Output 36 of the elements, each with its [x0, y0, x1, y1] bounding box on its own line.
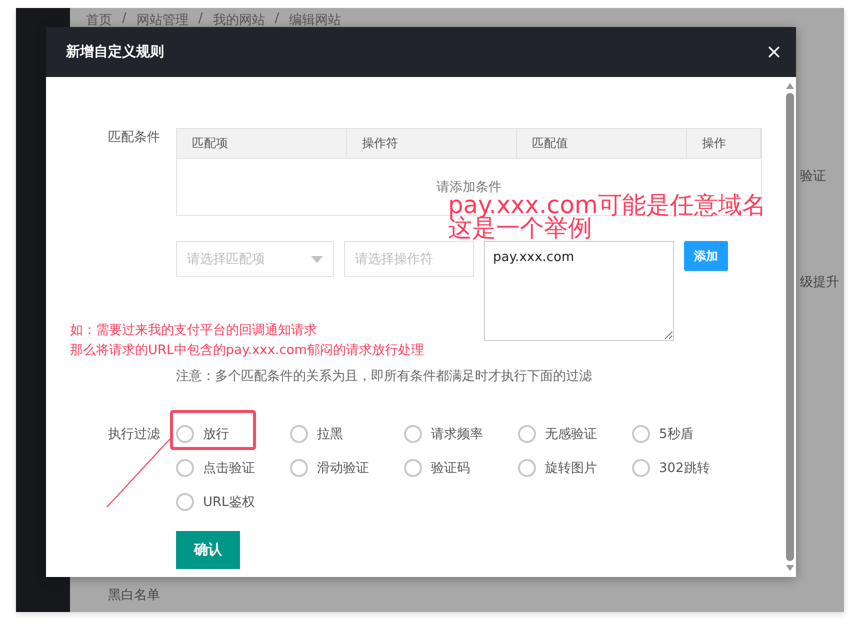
note-text: 注意：多个匹配条件的关系为且，即所有条件都满足时才执行下面的过滤 — [176, 368, 593, 385]
dialog-title: 新增自定义规则 — [66, 43, 164, 61]
column-header: 操作符 — [347, 129, 517, 158]
breadcrumb-separator: / — [122, 11, 126, 28]
radio-option[interactable]: URL鉴权 — [176, 491, 290, 513]
page-text: 级提升 — [800, 274, 839, 291]
leader-line — [106, 438, 172, 508]
radio-option[interactable]: 302跳转 — [632, 457, 746, 479]
confirm-button[interactable]: 确认 — [176, 531, 240, 569]
caret-icon — [311, 256, 323, 262]
annotation-text: pay.xxx.com可能是任意域名 — [448, 194, 766, 217]
column-header: 匹配项 — [177, 129, 347, 158]
column-header: 匹配值 — [517, 129, 687, 158]
scroll-down-icon[interactable] — [786, 565, 794, 571]
radio-option[interactable]: 点击验证 — [176, 457, 290, 479]
radio-option[interactable]: 无感验证 — [518, 423, 632, 445]
close-icon[interactable] — [768, 46, 780, 58]
radio-option[interactable]: 旋转图片 — [518, 457, 632, 479]
page-text: 验证 — [800, 168, 826, 185]
scroll-up-icon[interactable] — [786, 83, 794, 89]
breadcrumb-separator: / — [274, 11, 280, 28]
radio-option[interactable]: 5秒盾 — [632, 423, 746, 445]
field-label: 执行过滤 — [107, 426, 161, 443]
annotation-text: 如：需要过来我的支付平台的回调通知请求 那么将请求的URL中包含的pay.xxx.com郁闷的请求放行处理 — [70, 322, 424, 360]
radio-option[interactable]: 验证码 — [404, 457, 518, 479]
radio-option[interactable]: 滑动验证 — [290, 457, 404, 479]
annotation-text: 这是一个举例 — [448, 217, 592, 240]
column-header: 操作 — [687, 129, 761, 158]
radio-option[interactable]: 拉黑 — [290, 423, 404, 445]
empty-text: 请添加条件 — [436, 179, 502, 196]
value-field[interactable]: pay.xxx.com — [484, 241, 674, 341]
page-text: 黑白名单 — [108, 587, 160, 604]
field-label: 匹配条件 — [107, 129, 161, 146]
radio-option[interactable]: 请求频率 — [404, 423, 518, 445]
breadcrumb-separator: / — [198, 11, 203, 28]
radio-option[interactable]: 放行 — [176, 423, 290, 445]
